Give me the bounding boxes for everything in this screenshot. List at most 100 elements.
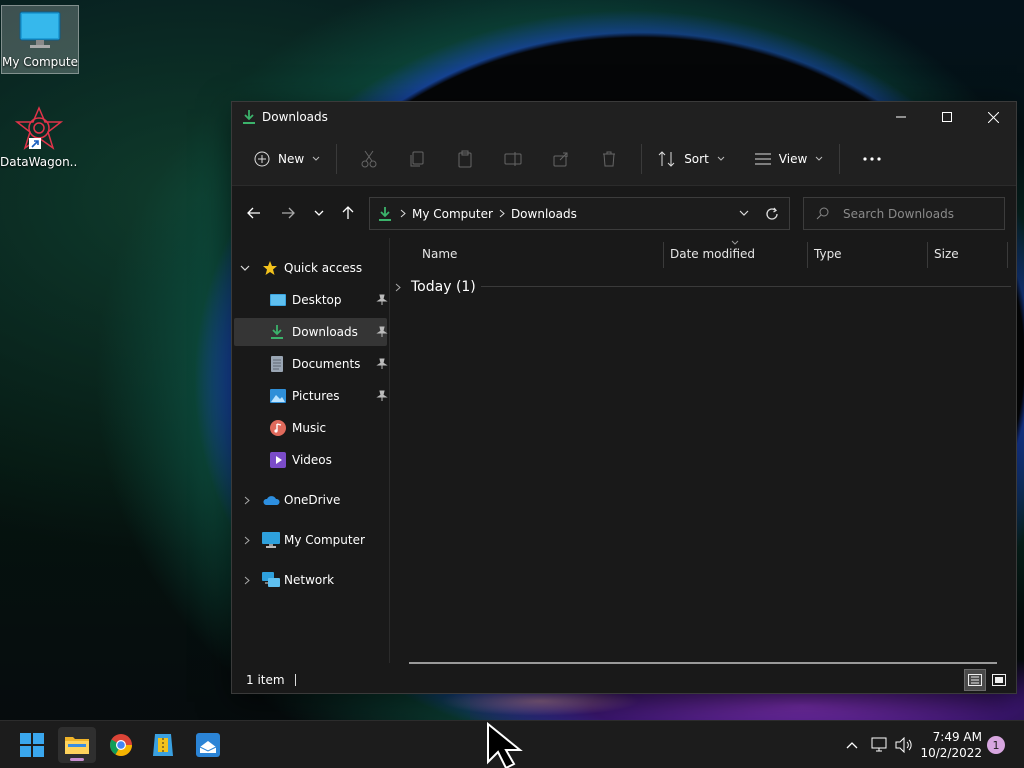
address-bar[interactable]: My Computer Downloads [369, 197, 790, 230]
sort-chevron-icon [731, 240, 739, 245]
sort-button[interactable]: Sort [650, 145, 733, 173]
ellipsis-icon [863, 156, 881, 161]
nav-label: Documents [292, 357, 361, 371]
toolbar-divider [641, 143, 643, 174]
group-divider [481, 286, 1011, 287]
nav-my-computer[interactable]: My Computer [244, 526, 365, 554]
column-header-date-modified[interactable]: Date modified [670, 238, 755, 270]
tiles-view-icon [992, 674, 1006, 686]
sort-label: Sort [684, 151, 709, 166]
taskbar-app-4[interactable] [144, 727, 182, 763]
refresh-button[interactable] [765, 207, 779, 221]
command-bar: New Sort View [232, 132, 1016, 186]
breadcrumb-chevron-icon [400, 209, 406, 218]
arrow-right-icon [282, 207, 295, 219]
notification-badge[interactable]: 1 [987, 736, 1005, 754]
download-icon [379, 206, 391, 221]
up-button[interactable] [332, 197, 364, 229]
pin-icon [376, 390, 388, 401]
nav-label: Downloads [292, 325, 358, 339]
start-button[interactable] [13, 727, 51, 763]
pin-icon [376, 358, 388, 369]
breadcrumb-my-computer[interactable]: My Computer [412, 207, 493, 221]
nav-label: OneDrive [284, 493, 341, 507]
share-button[interactable] [537, 144, 585, 174]
music-icon [270, 420, 286, 436]
nav-label: Network [284, 573, 335, 587]
window-title: Downloads [262, 110, 328, 124]
cut-button[interactable] [345, 144, 393, 174]
nav-item-downloads[interactable]: Downloads [270, 318, 388, 346]
new-button[interactable]: New [246, 145, 328, 173]
datawagon-shortcut-icon [14, 106, 64, 150]
nav-onedrive[interactable]: OneDrive [244, 486, 340, 514]
show-hidden-icons-button[interactable] [840, 741, 864, 749]
copy-button[interactable] [393, 144, 441, 174]
network-status-button[interactable] [868, 737, 892, 753]
column-header-name[interactable]: Name [422, 238, 457, 270]
taskbar-chrome[interactable] [102, 727, 140, 763]
file-explorer-window: Downloads New Sort View My Computer Down… [231, 101, 1017, 694]
taskbar-file-explorer[interactable] [58, 727, 96, 763]
column-divider[interactable] [663, 242, 664, 268]
onedrive-cloud-icon [263, 496, 280, 505]
back-button[interactable] [238, 197, 270, 229]
copy-icon [410, 151, 424, 166]
rename-button[interactable] [489, 144, 537, 174]
tiles-view-button[interactable] [988, 669, 1010, 691]
maximize-icon [942, 112, 952, 122]
chevron-right-icon [244, 496, 250, 504]
paste-button[interactable] [441, 144, 489, 174]
view-switcher [964, 669, 1010, 691]
close-button[interactable] [970, 102, 1016, 132]
column-header-type[interactable]: Type [814, 238, 842, 270]
nav-item-videos[interactable]: Videos [270, 446, 332, 474]
close-icon [987, 111, 999, 123]
minimize-button[interactable] [878, 102, 924, 132]
search-placeholder: Search Downloads [843, 206, 954, 221]
recent-locations-button[interactable] [303, 197, 335, 229]
nav-item-desktop[interactable]: Desktop [270, 286, 388, 314]
delete-button[interactable] [585, 144, 633, 174]
maximize-button[interactable] [924, 102, 970, 132]
more-options-button[interactable] [848, 144, 896, 174]
group-header-today[interactable]: Today (1) [395, 276, 476, 298]
nav-label: Quick access [284, 261, 363, 275]
view-lines-icon [754, 153, 771, 164]
nav-network[interactable]: Network [244, 566, 334, 594]
volume-button[interactable] [892, 737, 916, 753]
chevron-down-icon [314, 210, 324, 216]
desktop-folder-icon [270, 294, 286, 306]
column-divider[interactable] [807, 242, 808, 268]
nav-item-music[interactable]: Music [270, 414, 326, 442]
arrow-up-icon [342, 206, 354, 219]
address-dropdown-button[interactable] [739, 210, 749, 217]
toolbar-divider [336, 143, 338, 174]
details-view-button[interactable] [964, 669, 986, 691]
toolbar-divider [839, 143, 841, 174]
column-header-size[interactable]: Size [934, 238, 959, 270]
nav-label: Pictures [292, 389, 340, 403]
system-tray [840, 721, 916, 768]
clock[interactable]: 7:49 AM 10/2/2022 [920, 729, 982, 761]
file-list: Name Date modified Type Size Today (1) [391, 238, 1016, 664]
desktop-icon-datawagon[interactable]: DataWagon... [0, 106, 78, 172]
forward-button[interactable] [272, 197, 304, 229]
folder-icon [65, 737, 89, 754]
horizontal-scrollbar[interactable] [409, 662, 997, 664]
network-wired-icon [871, 737, 887, 752]
computer-icon [262, 532, 280, 548]
title-bar[interactable]: Downloads [232, 102, 1016, 132]
column-divider[interactable] [927, 242, 928, 268]
column-divider[interactable] [1007, 242, 1008, 268]
taskbar-app-5[interactable] [189, 727, 227, 763]
search-input[interactable]: Search Downloads [803, 197, 1005, 230]
view-button[interactable]: View [747, 146, 831, 172]
chevron-up-icon [846, 742, 858, 749]
nav-item-documents[interactable]: Documents [270, 350, 388, 378]
desktop-icon-my-computer[interactable]: My Computer [1, 5, 79, 74]
nav-quick-access[interactable]: Quick access [240, 254, 362, 282]
breadcrumb-downloads[interactable]: Downloads [511, 207, 577, 221]
search-icon [816, 207, 829, 220]
nav-item-pictures[interactable]: Pictures [270, 382, 388, 410]
